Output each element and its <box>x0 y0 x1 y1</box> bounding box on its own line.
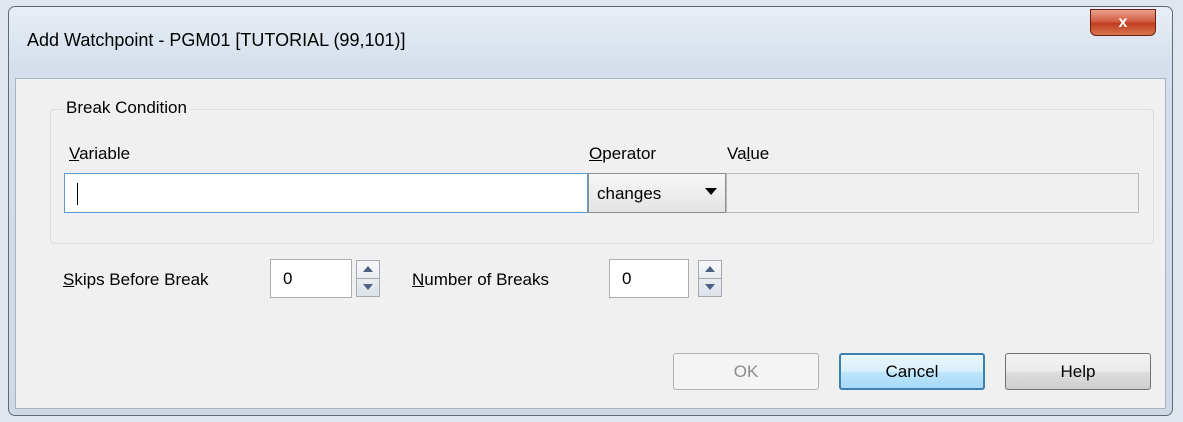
dialog-window: Add Watchpoint - PGM01 [TUTORIAL (99,101… <box>8 6 1173 416</box>
dialog-title: Add Watchpoint - PGM01 [TUTORIAL (99,101… <box>27 30 406 50</box>
skips-before-break-label: Skips Before Break <box>63 270 209 289</box>
arrow-down-icon <box>363 284 373 290</box>
variable-label: Variable <box>69 144 131 163</box>
chevron-down-icon <box>705 188 717 195</box>
skips-before-break-input[interactable]: 0 <box>270 259 352 298</box>
value-label: Value <box>727 144 770 163</box>
operator-selected-value: changes <box>597 184 662 203</box>
cancel-button[interactable]: Cancel <box>839 353 985 390</box>
close-button[interactable]: x <box>1090 9 1156 36</box>
arrow-up-icon <box>363 266 373 272</box>
spin-down-button[interactable] <box>699 279 721 296</box>
close-icon: x <box>1118 14 1128 31</box>
operator-dropdown[interactable]: changes <box>588 173 726 213</box>
number-of-breaks-spinner[interactable] <box>698 260 722 297</box>
skips-before-break-spinner[interactable] <box>356 260 380 297</box>
ok-button[interactable]: OK <box>673 353 819 390</box>
variable-input[interactable] <box>64 173 588 213</box>
help-button[interactable]: Help <box>1005 353 1151 390</box>
title-bar[interactable]: Add Watchpoint - PGM01 [TUTORIAL (99,101… <box>9 7 1172 77</box>
value-field <box>726 173 1139 213</box>
number-of-breaks-label: Number of Breaks <box>412 270 550 289</box>
break-condition-group: Break Condition Variable Operator Value … <box>50 98 1154 244</box>
operator-label: Operator <box>589 144 657 163</box>
break-condition-label: Break Condition <box>63 98 190 118</box>
arrow-down-icon <box>705 284 715 290</box>
number-of-breaks-input[interactable]: 0 <box>609 259 689 298</box>
arrow-up-icon <box>705 266 715 272</box>
dialog-body: Break Condition Variable Operator Value … <box>15 78 1166 409</box>
spin-down-button[interactable] <box>357 279 379 296</box>
text-caret <box>77 183 78 205</box>
spin-up-button[interactable] <box>699 261 721 279</box>
spin-up-button[interactable] <box>357 261 379 279</box>
